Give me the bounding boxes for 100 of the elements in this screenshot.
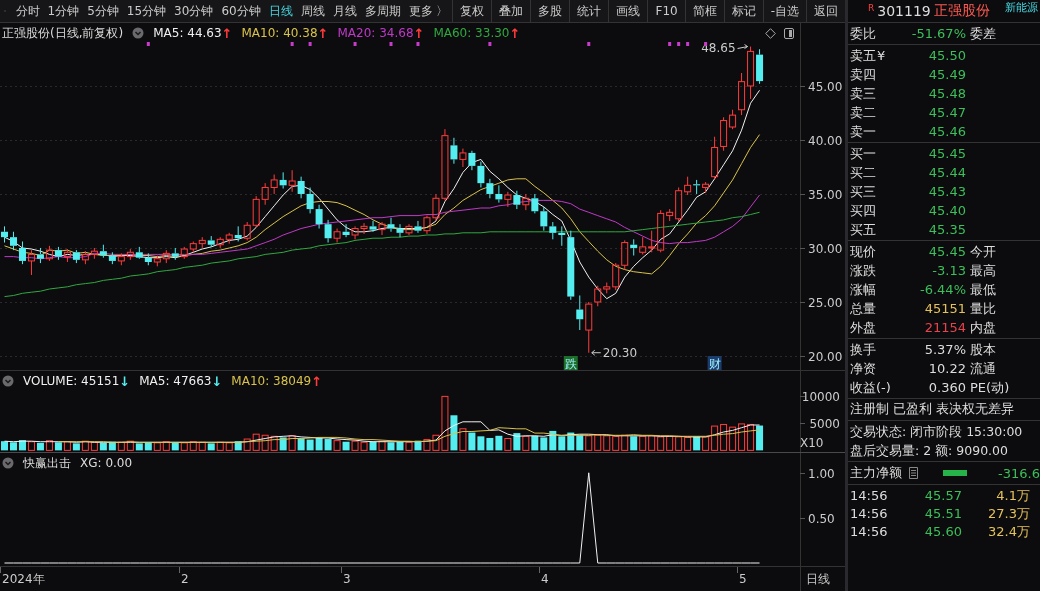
- row-label: 卖二: [850, 104, 877, 122]
- row-label: PE(动): [970, 379, 1011, 397]
- flow-bar: [943, 470, 967, 476]
- row-value: 45.44: [927, 164, 966, 182]
- chart-title: 正强股份(日线,前复权): [2, 24, 124, 42]
- row-label: 委差: [970, 25, 997, 43]
- toolbar-button[interactable]: 标记: [723, 0, 763, 22]
- trade-volume: 27.3万: [987, 505, 1030, 523]
- trade-time: 14:56: [850, 487, 889, 505]
- period-tab[interactable]: 周线: [296, 0, 329, 22]
- trade-price: 45.57: [923, 487, 962, 505]
- axis-label: 4: [541, 572, 549, 586]
- toolbar-button[interactable]: 多股: [530, 0, 570, 22]
- currency-mark: ¥: [877, 47, 886, 65]
- row-value: -6.44%: [919, 281, 966, 299]
- row-label: 买一: [850, 145, 877, 163]
- trend-arrow: ↑: [317, 25, 329, 41]
- indicator-value: VOLUME: 45151: [23, 374, 120, 388]
- info-line: 交易状态: 闭市阶段 15:30:00: [850, 423, 1024, 441]
- indicator-value: XG: 0.00: [80, 456, 133, 470]
- stock-name: 正强股份: [933, 2, 990, 20]
- period-tab[interactable]: 月线: [328, 0, 361, 22]
- period-tab[interactable]: 5分钟: [83, 0, 123, 22]
- trade-price: 45.51: [923, 505, 962, 523]
- toolbar-button[interactable]: 复权: [452, 0, 492, 22]
- row-value: 45.43: [927, 183, 966, 201]
- row-value: -3.13: [931, 262, 966, 280]
- period-tab[interactable]: 多周期: [360, 0, 405, 22]
- period-tab[interactable]: 日线: [264, 0, 297, 22]
- row-label: 净资: [850, 360, 877, 378]
- row-value: 21154: [923, 319, 966, 337]
- axis-label: 1.00: [808, 466, 835, 481]
- low-price-label: 20.30: [591, 345, 638, 360]
- row-value: 45151: [923, 300, 966, 318]
- axis-label: 25.00: [808, 295, 843, 310]
- period-tab[interactable]: 30分钟: [170, 0, 218, 22]
- row-value: 45.48: [927, 85, 966, 103]
- row-label: 股本: [970, 341, 997, 359]
- row-label: 卖三: [850, 85, 877, 103]
- signal-tag: 跌: [563, 356, 578, 370]
- sector-label[interactable]: 新能源: [1005, 0, 1038, 15]
- toolbar-button[interactable]: 叠加: [491, 0, 531, 22]
- row-label: 卖四: [850, 66, 877, 84]
- row-label: 换手: [850, 341, 877, 359]
- period-tab[interactable]: 分时: [11, 0, 44, 22]
- period-tab[interactable]: 1分钟: [43, 0, 84, 22]
- info-line: 盘后交易量: 2 额: 9090.00: [850, 442, 1009, 460]
- axis-label: 40.00: [808, 133, 843, 148]
- row-label: 收益(-): [850, 379, 892, 397]
- period-tab[interactable]: 15分钟: [122, 0, 171, 22]
- toolbar-button[interactable]: -自选: [762, 0, 806, 22]
- toolbar-button[interactable]: F10: [647, 0, 685, 22]
- row-value: -316.6: [998, 465, 1040, 481]
- signal-tag: 财: [707, 356, 722, 370]
- row-label: 内盘: [970, 319, 997, 337]
- row-value: 45.45: [927, 145, 966, 163]
- row-value: 10.22: [927, 360, 966, 378]
- axis-label: 2024年: [2, 572, 45, 586]
- row-label: 涨幅: [850, 281, 877, 299]
- row-label: 涨跌: [850, 262, 877, 280]
- period-tab[interactable]: 60分钟: [217, 0, 265, 22]
- trend-arrow: ↑: [509, 25, 521, 41]
- row-label: 现价: [850, 243, 877, 261]
- diamond-icon: [765, 28, 776, 39]
- row-label: 主力净额: [850, 464, 902, 482]
- row-label: 委比: [850, 25, 877, 43]
- trade-price: 45.60: [923, 523, 962, 541]
- row-label: 买四: [850, 202, 877, 220]
- row-value: 45.35: [927, 221, 966, 239]
- indicator-value: MA5: 44.63: [153, 26, 222, 40]
- trend-arrow: ↓: [211, 373, 223, 389]
- trade-volume: 32.4万: [987, 523, 1030, 541]
- axis-label: 0.50: [808, 511, 835, 526]
- row-value: 5.37%: [923, 341, 966, 359]
- period-tab[interactable]: 更多 〉: [404, 0, 453, 22]
- row-label: 总量: [850, 300, 877, 318]
- axis-label: 20.00: [808, 349, 843, 364]
- trade-volume: 4.1万: [995, 487, 1030, 505]
- axis-label: 45.00: [808, 79, 843, 94]
- row-label: 买五: [850, 221, 877, 239]
- toolbar-button[interactable]: 统计: [569, 0, 609, 22]
- row-label: 买三: [850, 183, 877, 201]
- toolbar-button[interactable]: 简框: [684, 0, 724, 22]
- info-line: 注册制 已盈利 表决权无差异: [850, 401, 1014, 416]
- stock-code: 301119: [877, 3, 931, 19]
- axis-label: 10000: [801, 389, 840, 404]
- chevron-icon: [2, 457, 14, 469]
- axis-label: 5: [739, 572, 747, 586]
- row-label: 量比: [970, 300, 997, 318]
- list-icon: [908, 467, 919, 479]
- indicator-value: MA10: 38049: [231, 374, 312, 388]
- row-label: 买二: [850, 164, 877, 182]
- trade-time: 14:56: [850, 523, 889, 541]
- indicator-value: MA20: 34.68: [337, 26, 414, 40]
- row-label: 外盘: [850, 319, 877, 337]
- indicator-value: MA5: 47663: [139, 374, 212, 388]
- row-value: -51.67%: [910, 25, 966, 43]
- toolbar-button[interactable]: 画线: [608, 0, 648, 22]
- axis-label: 2: [181, 572, 189, 586]
- axis-label: 30.00: [808, 241, 843, 256]
